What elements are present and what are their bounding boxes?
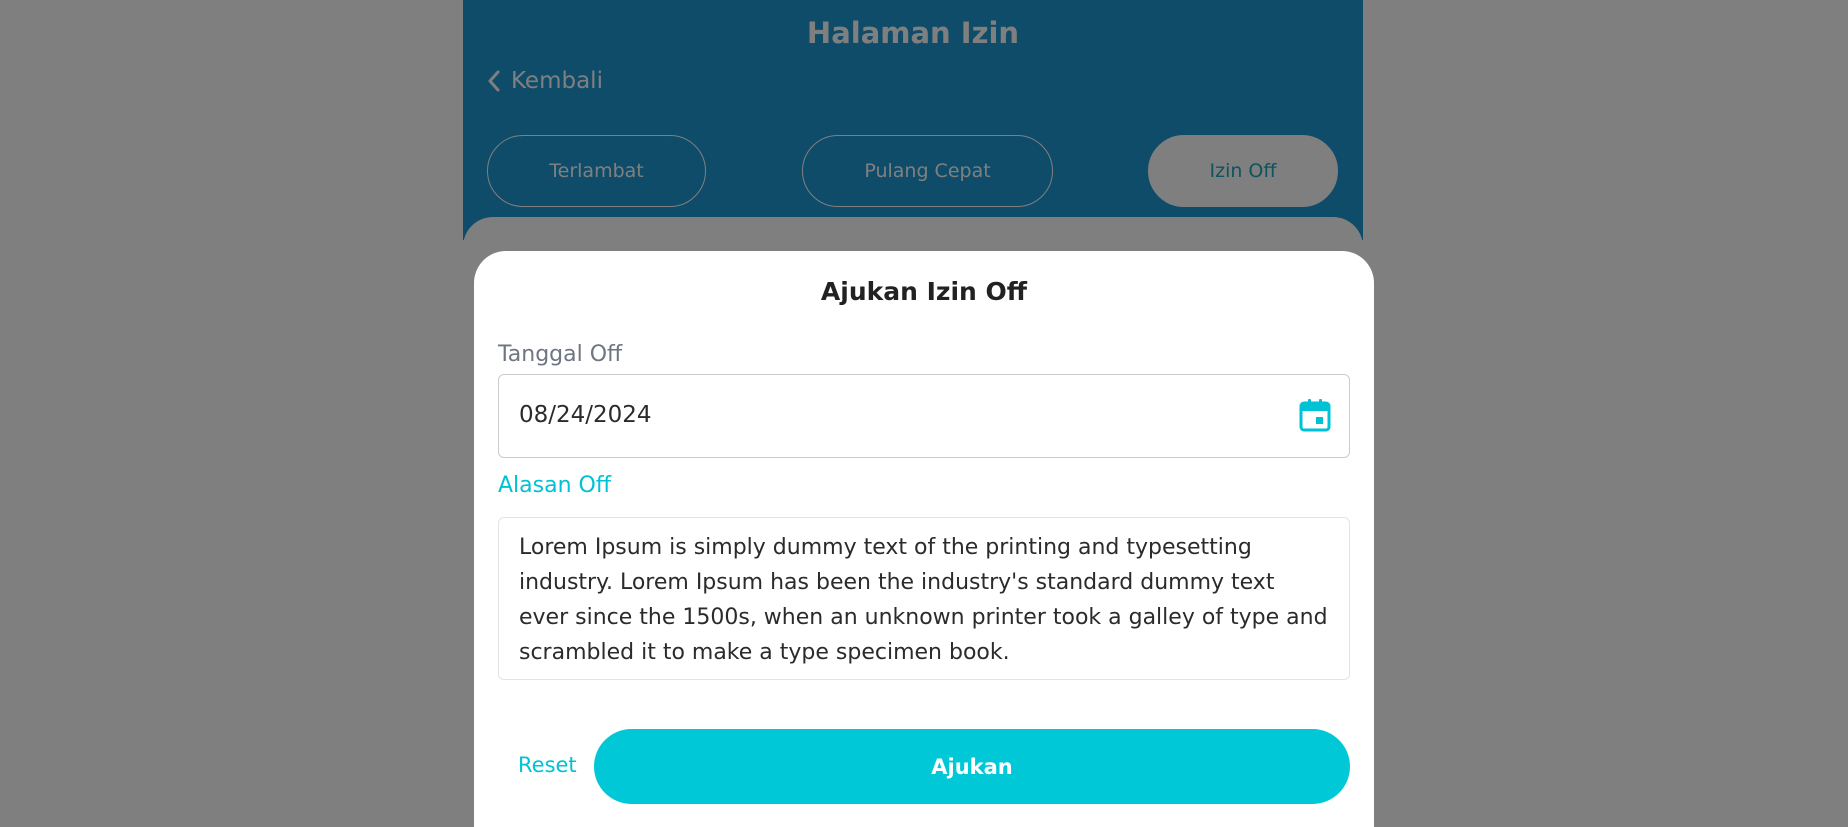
reason-textarea[interactable]: Lorem Ipsum is simply dummy text of the … xyxy=(498,517,1350,680)
date-label: Tanggal Off xyxy=(498,342,623,367)
date-field[interactable]: 08/24/2024 xyxy=(498,374,1350,458)
calendar-icon[interactable] xyxy=(1299,398,1331,432)
reset-button[interactable]: Reset xyxy=(518,753,577,777)
date-value: 08/24/2024 xyxy=(519,402,652,428)
izin-off-modal: Ajukan Izin Off Tanggal Off 08/24/2024 A… xyxy=(474,251,1374,827)
reason-label: Alasan Off xyxy=(498,473,611,498)
modal-title: Ajukan Izin Off xyxy=(820,277,1028,306)
submit-button[interactable]: Ajukan xyxy=(594,729,1350,804)
